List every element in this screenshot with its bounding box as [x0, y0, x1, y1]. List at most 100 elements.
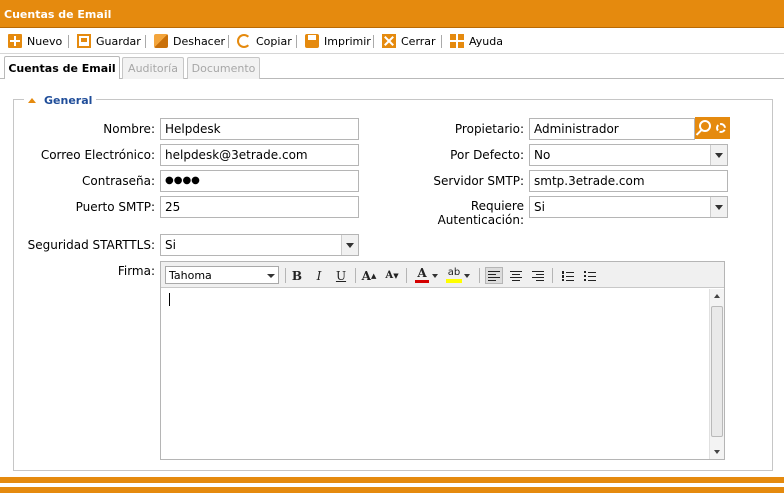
chevron-down-icon[interactable] — [710, 197, 727, 217]
align-center-icon — [510, 270, 522, 281]
requiere-value: Si — [534, 200, 545, 214]
cerrar-label: Cerrar — [401, 34, 436, 48]
collapse-arrow-icon — [28, 97, 36, 103]
por-defecto-select[interactable]: No — [529, 144, 728, 166]
correo-label: Correo Electrónico: — [40, 148, 155, 162]
font-color-button[interactable]: A — [413, 267, 431, 284]
imprimir-label: Imprimir — [324, 34, 371, 48]
chevron-down-icon[interactable] — [341, 235, 358, 255]
scroll-thumb[interactable] — [711, 306, 723, 437]
editor-separator — [479, 268, 480, 283]
editor-toolbar: Tahoma B I U A ▲ A ▼ A ab — [161, 262, 724, 288]
editor-separator — [406, 268, 407, 283]
main-toolbar: Nuevo Guardar Deshacer Copiar Imprimir C… — [0, 28, 784, 54]
align-right-button[interactable] — [529, 267, 547, 284]
italic-button[interactable]: I — [310, 267, 328, 284]
cerrar-button[interactable]: Cerrar — [382, 32, 436, 50]
align-center-button[interactable] — [507, 267, 525, 284]
copy-icon — [237, 34, 251, 48]
font-color-label: A — [417, 266, 427, 280]
highlight-dropdown[interactable] — [463, 267, 471, 284]
scroll-up-icon[interactable] — [710, 289, 724, 303]
grow-font-button[interactable]: A ▲ — [360, 267, 378, 284]
toolbar-separator — [228, 35, 229, 48]
highlight-label: ab — [447, 267, 461, 278]
ayuda-button[interactable]: Ayuda — [450, 32, 503, 50]
bullet-list-button[interactable] — [581, 267, 599, 284]
nuevo-label: Nuevo — [27, 34, 63, 48]
contrasena-label: Contraseña: — [82, 174, 155, 188]
font-color-dropdown[interactable] — [431, 267, 439, 284]
search-icon[interactable] — [695, 117, 712, 139]
chevron-down-icon — [432, 273, 438, 278]
deshacer-button[interactable]: Deshacer — [154, 32, 225, 50]
toolbar-separator — [145, 35, 146, 48]
firma-label: Firma: — [117, 264, 155, 278]
text-caret — [169, 293, 170, 306]
propietario-label: Propietario: — [454, 122, 524, 136]
shrink-font-button[interactable]: A ▼ — [383, 267, 401, 284]
propietario-input[interactable]: Administrador — [529, 118, 695, 140]
seguridad-select[interactable]: Si — [160, 234, 359, 256]
tab-auditoria[interactable]: Auditoría — [122, 57, 184, 79]
tab-cuentas-de-email[interactable]: Cuentas de Email — [4, 56, 120, 79]
servidor-label: Servidor SMTP: — [433, 174, 524, 188]
firma-textarea[interactable] — [161, 289, 710, 459]
highlight-button[interactable]: ab — [445, 267, 463, 284]
firma-editor: Tahoma B I U A ▲ A ▼ A ab — [160, 261, 725, 460]
plus-icon — [8, 34, 22, 48]
puerto-input[interactable]: 25 — [160, 196, 359, 218]
toolbar-separator — [296, 35, 297, 48]
font-color-swatch — [415, 280, 429, 283]
editor-scrollbar[interactable] — [709, 289, 724, 459]
numbered-list-button[interactable] — [559, 267, 577, 284]
copiar-label: Copiar — [256, 34, 292, 48]
requiere-label-line1: Requiere — [470, 199, 524, 213]
guardar-button[interactable]: Guardar — [77, 32, 141, 50]
bold-button[interactable]: B — [288, 267, 306, 284]
servidor-input[interactable]: smtp.3etrade.com — [529, 170, 728, 192]
chevron-down-icon — [464, 273, 470, 278]
underline-button[interactable]: U — [332, 267, 350, 284]
help-icon — [450, 34, 464, 48]
ayuda-label: Ayuda — [469, 34, 503, 48]
nombre-input[interactable]: Helpdesk — [160, 118, 359, 140]
seguridad-label: Seguridad STARTTLS: — [27, 238, 155, 252]
undo-icon — [154, 34, 168, 48]
deshacer-label: Deshacer — [173, 34, 226, 48]
nombre-label: Nombre: — [103, 122, 155, 136]
save-icon — [77, 34, 91, 48]
grow-font-icon: ▲ — [370, 271, 377, 280]
copiar-button[interactable]: Copiar — [237, 32, 292, 50]
nuevo-button[interactable]: Nuevo — [8, 32, 62, 50]
editor-separator — [552, 268, 553, 283]
editor-separator — [285, 268, 286, 283]
toolbar-separator — [373, 35, 374, 48]
bullet-list-icon — [584, 270, 596, 281]
scroll-down-icon[interactable] — [710, 445, 724, 459]
section-toggle-general[interactable]: General — [24, 92, 97, 108]
requiere-autenticacion-select[interactable]: Si — [529, 196, 728, 218]
shrink-font-icon: ▼ — [393, 271, 399, 280]
chevron-down-icon[interactable] — [710, 145, 727, 165]
align-left-icon — [488, 270, 500, 281]
correo-input[interactable]: helpdesk@3etrade.com — [160, 144, 359, 166]
por-defecto-value: No — [534, 148, 551, 162]
imprimir-button[interactable]: Imprimir — [305, 32, 371, 50]
highlight-swatch — [446, 279, 462, 283]
toolbar-separator — [441, 35, 442, 48]
toolbar-separator — [68, 35, 69, 48]
gear-icon[interactable] — [712, 117, 730, 139]
contrasena-input[interactable]: ●●●● — [160, 170, 359, 192]
guardar-label: Guardar — [96, 34, 141, 48]
tab-documento[interactable]: Documento — [187, 57, 260, 79]
window-title: Cuentas de Email — [4, 8, 112, 21]
requiere-label-line2: Autenticación: — [437, 213, 524, 227]
font-family-select[interactable]: Tahoma — [165, 266, 279, 284]
align-left-button[interactable] — [485, 267, 503, 284]
footer-bar-lower — [0, 487, 784, 493]
tab-strip: Cuentas de Email Auditoría Documento — [0, 55, 784, 79]
font-family-value: Tahoma — [169, 269, 212, 282]
numbered-list-icon — [562, 270, 574, 281]
print-icon — [305, 34, 319, 48]
